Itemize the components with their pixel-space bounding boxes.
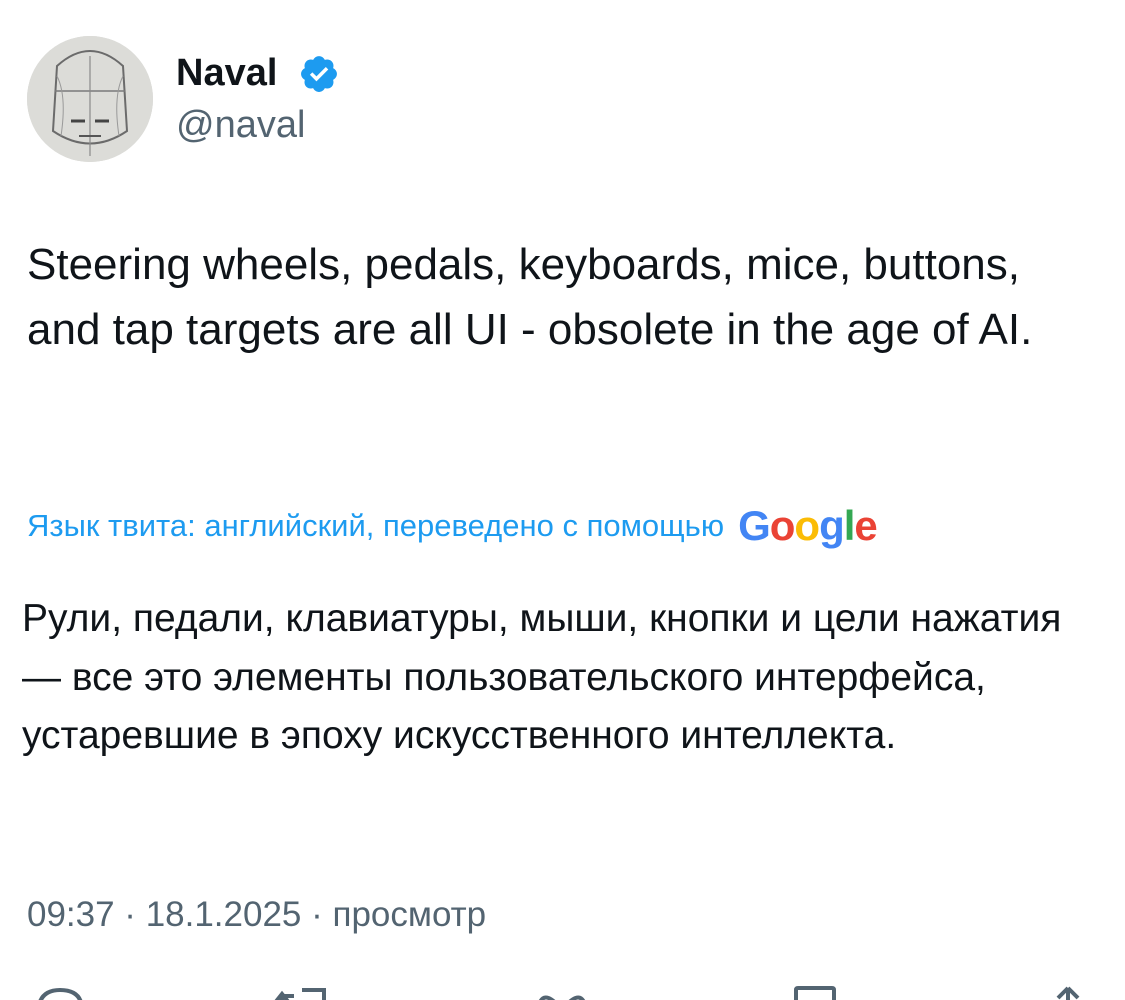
author-handle[interactable]: @naval	[176, 103, 305, 147]
google-logo-letter: g	[819, 502, 845, 549]
sketch-portrait-avatar	[27, 36, 153, 162]
google-logo-letter: e	[854, 502, 877, 549]
action-bar	[0, 984, 1125, 1000]
google-logo-letter: G	[738, 502, 771, 549]
google-logo-letter: o	[769, 502, 796, 549]
translation-note[interactable]: Язык твита: английский, переведено с пом…	[27, 502, 878, 550]
tweet-text: Steering wheels, pedals, keyboards, mice…	[27, 240, 1033, 354]
tweet-meta[interactable]: 09:37 · 18.1.2025 · просмотр	[27, 893, 486, 937]
reply-icon[interactable]	[30, 984, 90, 1000]
translation-label[interactable]: Язык твита: английский, переведено с пом…	[27, 506, 724, 546]
translated-text: Рули, педали, клавиатуры, мыши, кнопки и…	[22, 597, 1062, 757]
share-icon[interactable]	[1040, 984, 1100, 1000]
like-icon[interactable]	[532, 984, 592, 1000]
avatar[interactable]	[27, 36, 153, 162]
google-logo: Google	[738, 502, 878, 549]
retweet-icon[interactable]	[272, 984, 332, 1000]
google-logo-letter: o	[794, 502, 820, 549]
bookmark-icon[interactable]	[786, 984, 846, 1000]
google-logo-letter: l	[843, 502, 856, 549]
verified-badge-icon	[301, 56, 337, 92]
display-name[interactable]: Naval	[176, 50, 277, 96]
